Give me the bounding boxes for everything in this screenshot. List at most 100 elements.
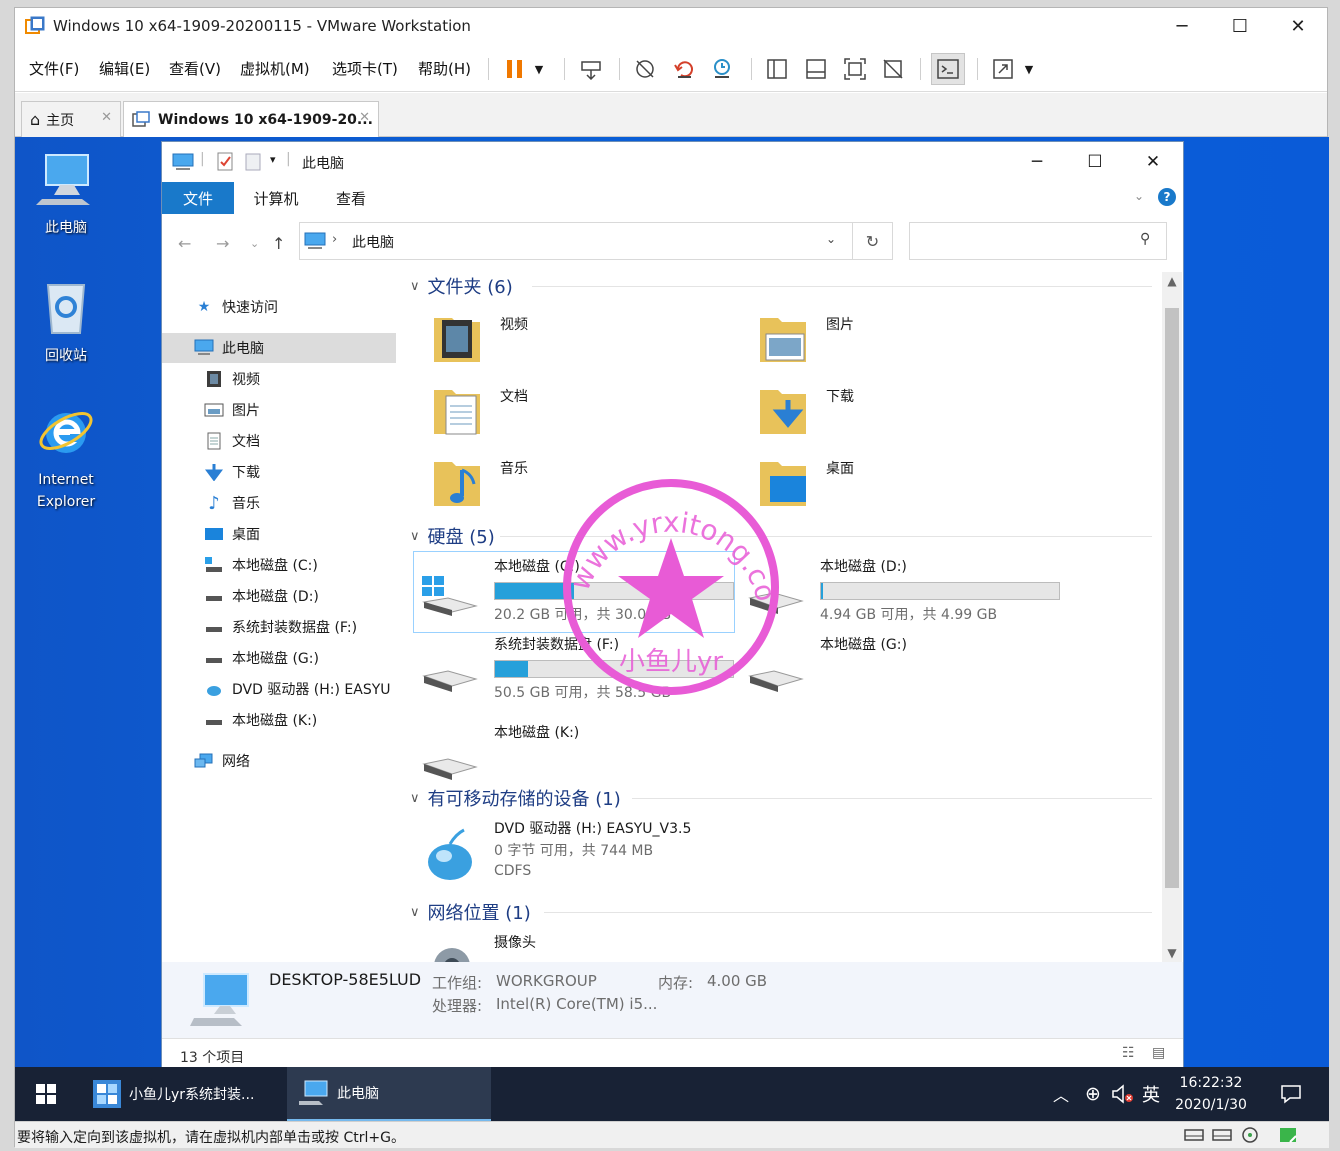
nav-item-drive-c[interactable]: 本地磁盘 (C:) bbox=[162, 550, 400, 580]
close-button[interactable]: ✕ bbox=[1124, 142, 1182, 182]
breadcrumb-this-pc[interactable]: 此电脑 bbox=[352, 232, 394, 252]
menu-view[interactable]: 查看(V) bbox=[169, 58, 221, 79]
collapse-chevron-icon[interactable]: ∨ bbox=[410, 905, 420, 920]
details-view-icon[interactable]: ☷ bbox=[1122, 1045, 1135, 1061]
new-folder-icon[interactable] bbox=[244, 152, 262, 172]
search-icon[interactable]: ⚲ bbox=[1140, 231, 1150, 247]
address-dropdown-icon[interactable]: ⌄ bbox=[826, 232, 836, 246]
start-button[interactable] bbox=[15, 1067, 77, 1121]
message-log-icon[interactable] bbox=[1277, 1126, 1299, 1144]
desktop-icon-this-pc[interactable]: 此电脑 bbox=[21, 149, 111, 237]
autofit-icon[interactable] bbox=[989, 55, 1017, 83]
group-header-network[interactable]: ∨ 网络位置 (1) bbox=[410, 898, 531, 926]
nav-item-music[interactable]: ♪ 音乐 bbox=[162, 488, 400, 518]
snapshot-manager-icon[interactable] bbox=[708, 55, 736, 83]
nav-item-desktop[interactable]: 桌面 bbox=[162, 519, 400, 549]
menu-help[interactable]: 帮助(H) bbox=[418, 58, 471, 79]
folder-downloads[interactable]: 下载 bbox=[736, 380, 1036, 446]
action-center-icon[interactable] bbox=[1269, 1067, 1313, 1121]
revert-snapshot-icon[interactable] bbox=[670, 55, 698, 83]
drive-d[interactable]: 本地磁盘 (D:) 4.94 GB 可用，共 4.99 GB bbox=[740, 552, 1060, 632]
expand-ribbon-icon[interactable]: ⌄ bbox=[1134, 189, 1144, 203]
hard-disk-status-icon[interactable] bbox=[1211, 1126, 1233, 1144]
show-thumbnail-bar-icon[interactable] bbox=[802, 55, 830, 83]
vertical-scrollbar[interactable]: ▲ ▼ bbox=[1162, 272, 1182, 962]
desktop-icon-internet-explorer[interactable]: Internet Explorer bbox=[21, 401, 111, 513]
search-input[interactable] bbox=[914, 227, 1124, 255]
nav-item-downloads[interactable]: 下载 bbox=[162, 457, 400, 487]
collapse-chevron-icon[interactable]: ∨ bbox=[410, 791, 420, 806]
send-ctrl-alt-del-icon[interactable] bbox=[577, 55, 605, 83]
nav-item-drive-d[interactable]: 本地磁盘 (D:) bbox=[162, 581, 400, 611]
folder-videos[interactable]: 视频 bbox=[410, 308, 710, 374]
close-button[interactable]: ✕ bbox=[1269, 8, 1327, 44]
nav-network[interactable]: 网络 bbox=[162, 746, 400, 776]
large-icons-view-icon[interactable]: ▤ bbox=[1152, 1045, 1165, 1061]
address-bar[interactable]: › 此电脑 ⌄ bbox=[299, 222, 853, 260]
tab-computer[interactable]: 计算机 bbox=[240, 182, 312, 214]
volume-muted-icon[interactable] bbox=[1109, 1067, 1137, 1121]
refresh-icon[interactable]: ↻ bbox=[853, 222, 893, 260]
quick-access-toolbar-dropdown-icon[interactable]: ▾ bbox=[270, 153, 276, 166]
folder-documents[interactable]: 文档 bbox=[410, 380, 710, 446]
menu-vm[interactable]: 虚拟机(M) bbox=[240, 58, 310, 79]
tab-view[interactable]: 查看 bbox=[318, 182, 384, 214]
up-arrow-icon[interactable]: ↑ bbox=[272, 234, 285, 253]
full-screen-icon[interactable] bbox=[841, 55, 869, 83]
menu-edit[interactable]: 编辑(E) bbox=[99, 58, 150, 79]
autofit-dropdown-icon[interactable]: ▼ bbox=[1019, 55, 1039, 83]
pause-icon[interactable] bbox=[501, 55, 529, 83]
scrollbar-thumb[interactable] bbox=[1165, 308, 1179, 888]
group-header-folders[interactable]: ∨ 文件夹 (6) bbox=[410, 272, 513, 300]
ime-indicator[interactable]: 英 bbox=[1137, 1067, 1165, 1121]
nav-item-drive-k[interactable]: 本地磁盘 (K:) bbox=[162, 705, 400, 735]
properties-icon[interactable] bbox=[216, 152, 234, 172]
back-arrow-icon[interactable]: ← bbox=[178, 234, 191, 253]
unity-icon[interactable] bbox=[879, 55, 907, 83]
drive-c[interactable]: 本地磁盘 (C:) 20.2 GB 可用，共 30.0 GB bbox=[413, 551, 735, 633]
console-view-icon[interactable] bbox=[931, 53, 965, 85]
show-library-icon[interactable] bbox=[763, 55, 791, 83]
network-camera[interactable]: 摄像头 bbox=[414, 928, 734, 962]
search-box[interactable]: ⚲ bbox=[909, 222, 1167, 260]
minimize-button[interactable]: ─ bbox=[1008, 142, 1066, 182]
nav-quick-access[interactable]: ★ 快速访问 bbox=[162, 292, 400, 322]
menu-tabs[interactable]: 选项卡(T) bbox=[332, 58, 398, 79]
nav-item-documents[interactable]: 文档 bbox=[162, 426, 400, 456]
pause-dropdown-icon[interactable]: ▼ bbox=[529, 55, 549, 83]
snapshot-disabled-icon[interactable] bbox=[631, 55, 659, 83]
folder-desktop[interactable]: 桌面 bbox=[736, 452, 1036, 518]
maximize-button[interactable]: ☐ bbox=[1066, 142, 1124, 182]
collapse-chevron-icon[interactable]: ∨ bbox=[410, 279, 420, 294]
group-header-removable[interactable]: ∨ 有可移动存储的设备 (1) bbox=[410, 784, 621, 812]
scroll-up-arrow-icon[interactable]: ▲ bbox=[1162, 274, 1182, 288]
collapse-chevron-icon[interactable]: ∨ bbox=[410, 529, 420, 544]
desktop-icon-recycle-bin[interactable]: 回收站 bbox=[21, 277, 111, 365]
maximize-button[interactable]: ☐ bbox=[1211, 8, 1269, 44]
tab-windows-vm[interactable]: Windows 10 x64-1909-20... ✕ bbox=[123, 101, 379, 137]
folder-music[interactable]: 音乐 bbox=[410, 452, 710, 518]
tab-file[interactable]: 文件 bbox=[162, 182, 234, 214]
close-icon[interactable]: ✕ bbox=[359, 110, 370, 125]
drive-g[interactable]: 本地磁盘 (G:) bbox=[740, 630, 1060, 710]
drive-dvd-h[interactable]: DVD 驱动器 (H:) EASYU_V3.5 0 字节 可用，共 744 MB… bbox=[414, 814, 734, 904]
nav-item-dvd-h[interactable]: DVD 驱动器 (H:) EASYU bbox=[162, 674, 400, 704]
clock[interactable]: 16:22:32 2020/1/30 bbox=[1171, 1067, 1251, 1121]
group-header-drives[interactable]: ∨ 硬盘 (5) bbox=[410, 522, 495, 550]
nav-item-pictures[interactable]: 图片 bbox=[162, 395, 400, 425]
hard-disk-status-icon[interactable] bbox=[1183, 1126, 1205, 1144]
globe-network-icon[interactable]: ⊕ bbox=[1079, 1067, 1107, 1121]
minimize-button[interactable]: ─ bbox=[1153, 8, 1211, 44]
show-hidden-icons-icon[interactable]: ︿ bbox=[1049, 1067, 1073, 1121]
taskbar-app-packager[interactable]: 小鱼儿yr系统封装... bbox=[81, 1067, 287, 1121]
cd-dvd-status-icon[interactable] bbox=[1239, 1126, 1261, 1144]
help-icon[interactable]: ? bbox=[1158, 188, 1176, 206]
menu-file[interactable]: 文件(F) bbox=[29, 58, 79, 79]
nav-item-videos[interactable]: 视频 bbox=[162, 364, 400, 394]
forward-arrow-icon[interactable]: → bbox=[216, 234, 229, 253]
nav-this-pc[interactable]: 此电脑 bbox=[162, 333, 396, 363]
drive-f[interactable]: 系统封装数据盘 (F:) 50.5 GB 可用，共 58.5 GB bbox=[414, 630, 734, 710]
close-icon[interactable]: ✕ bbox=[101, 110, 112, 125]
tab-home[interactable]: ⌂ 主页 ✕ bbox=[21, 101, 121, 137]
breadcrumb-chevron-icon[interactable]: › bbox=[332, 232, 337, 247]
